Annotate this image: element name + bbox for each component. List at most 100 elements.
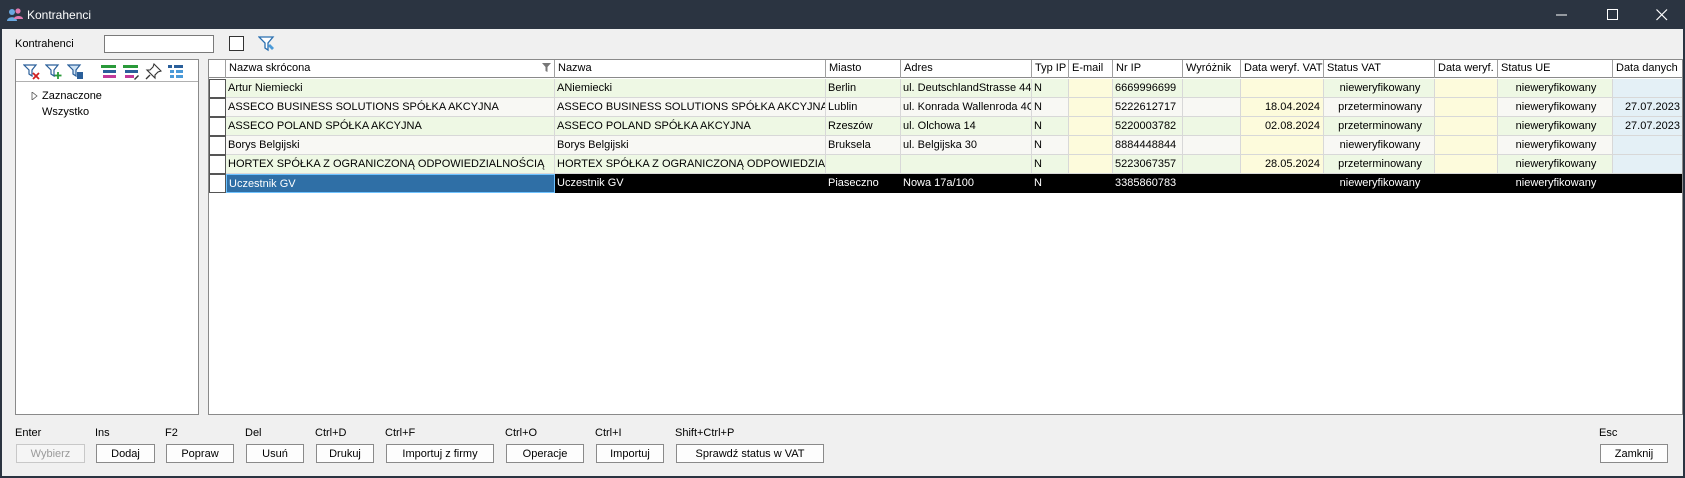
cell-marker[interactable] bbox=[1183, 79, 1241, 98]
cell-verify-date[interactable] bbox=[1435, 155, 1498, 174]
cell-marker[interactable] bbox=[1183, 98, 1241, 117]
cell-email[interactable] bbox=[1069, 136, 1113, 155]
cell-address[interactable] bbox=[901, 155, 1032, 174]
cell-city[interactable]: Lublin bbox=[826, 98, 901, 117]
column-header-address[interactable]: Adres bbox=[901, 60, 1032, 78]
cell-email[interactable] bbox=[1069, 79, 1113, 98]
cell-data-date[interactable] bbox=[1613, 136, 1682, 155]
cell-eu-status[interactable]: nieweryfikowany bbox=[1498, 174, 1613, 193]
cell-marker[interactable] bbox=[1183, 136, 1241, 155]
row-selector[interactable] bbox=[209, 98, 226, 117]
cell-short-name[interactable]: Uczestnik GV bbox=[226, 174, 555, 193]
cell-short-name[interactable]: HORTEX SPÓŁKA Z OGRANICZONĄ ODPOWIEDZIAL… bbox=[226, 155, 555, 174]
cell-vat-verify-date[interactable] bbox=[1241, 79, 1324, 98]
cell-vat-status[interactable]: przeterminowany bbox=[1324, 155, 1435, 174]
cell-ip-type[interactable]: N bbox=[1032, 174, 1069, 193]
cell-data-date[interactable] bbox=[1613, 79, 1682, 98]
column-header-email[interactable]: E-mail bbox=[1069, 60, 1113, 78]
cell-ip-type[interactable]: N bbox=[1032, 155, 1069, 174]
cell-ip-type[interactable]: N bbox=[1032, 136, 1069, 155]
cell-name[interactable]: Borys Belgijski bbox=[555, 136, 826, 155]
cell-city[interactable]: Piaseczno bbox=[826, 174, 901, 193]
cell-vat-verify-date[interactable]: 28.05.2024 bbox=[1241, 155, 1324, 174]
cell-ip-number[interactable]: 5222612717 bbox=[1113, 98, 1183, 117]
cell-city[interactable] bbox=[826, 155, 901, 174]
cell-data-date[interactable] bbox=[1613, 155, 1682, 174]
column-header-name[interactable]: Nazwa bbox=[555, 60, 826, 78]
tree-list-icon[interactable] bbox=[167, 63, 184, 80]
cell-verify-date[interactable] bbox=[1435, 79, 1498, 98]
cell-data-date[interactable]: 27.07.2023 bbox=[1613, 117, 1682, 136]
cell-name[interactable]: HORTEX SPÓŁKA Z OGRANICZONĄ ODPOWIEDZIAL… bbox=[555, 155, 826, 174]
close-window-button[interactable] bbox=[1639, 0, 1685, 29]
cell-marker[interactable] bbox=[1183, 155, 1241, 174]
select-button[interactable]: Wybierz bbox=[16, 444, 85, 463]
cell-vat-verify-date[interactable] bbox=[1241, 136, 1324, 155]
table-row[interactable]: HORTEX SPÓŁKA Z OGRANICZONĄ ODPOWIEDZIAL… bbox=[209, 155, 1682, 174]
row-selector[interactable] bbox=[209, 155, 226, 174]
table-row[interactable]: Artur Niemiecki ANiemiecki Berlin ul. Deuts… bbox=[209, 79, 1682, 98]
cell-marker[interactable] bbox=[1183, 117, 1241, 136]
cell-short-name[interactable]: ASSECO BUSINESS SOLUTIONS SPÓŁKA AKCYJNA bbox=[226, 98, 555, 117]
import-from-company-button[interactable]: Importuj z firmy bbox=[386, 444, 494, 463]
cell-name[interactable]: ASSECO POLAND SPÓŁKA AKCYJNA bbox=[555, 117, 826, 136]
cell-address[interactable]: ul. Olchowa 14 bbox=[901, 117, 1032, 136]
cell-email[interactable] bbox=[1069, 174, 1113, 193]
cell-name[interactable]: ASSECO BUSINESS SOLUTIONS SPÓŁKA AKCYJNA bbox=[555, 98, 826, 117]
cell-ip-number[interactable]: 5220003782 bbox=[1113, 117, 1183, 136]
column-header-vat-status[interactable]: Status VAT bbox=[1324, 60, 1435, 78]
row-selector[interactable] bbox=[209, 117, 226, 136]
minimize-button[interactable] bbox=[1539, 0, 1585, 29]
sort-filter-icon[interactable] bbox=[542, 63, 551, 72]
table-row[interactable]: Borys Belgijski Borys Belgijski Bruksela ul… bbox=[209, 136, 1682, 155]
row-selector[interactable] bbox=[209, 79, 226, 98]
filter-clear-icon[interactable] bbox=[23, 63, 40, 80]
column-header-city[interactable]: Miasto bbox=[826, 60, 901, 78]
delete-button[interactable]: Usuń bbox=[246, 444, 304, 463]
pin-icon[interactable] bbox=[145, 63, 162, 80]
cell-name[interactable]: ANiemiecki bbox=[555, 79, 826, 98]
cell-email[interactable] bbox=[1069, 155, 1113, 174]
cell-city[interactable]: Rzeszów bbox=[826, 117, 901, 136]
cell-vat-verify-date[interactable]: 18.04.2024 bbox=[1241, 98, 1324, 117]
cell-ip-type[interactable]: N bbox=[1032, 79, 1069, 98]
cell-vat-verify-date[interactable]: 02.08.2024 bbox=[1241, 117, 1324, 136]
cell-eu-status[interactable]: nieweryfikowany bbox=[1498, 117, 1613, 136]
cell-verify-date[interactable] bbox=[1435, 136, 1498, 155]
filter-checkbox[interactable] bbox=[229, 36, 244, 51]
cell-vat-status[interactable]: przeterminowany bbox=[1324, 117, 1435, 136]
table-row[interactable]: Uczestnik GV Uczestnik GV Piaseczno Nowa 17… bbox=[209, 174, 1682, 193]
filter-icon[interactable] bbox=[258, 35, 276, 53]
cell-short-name[interactable]: Artur Niemiecki bbox=[226, 79, 555, 98]
cell-vat-status[interactable]: przeterminowany bbox=[1324, 98, 1435, 117]
column-header-vat-verify-date[interactable]: Data weryf. VAT bbox=[1241, 60, 1324, 78]
cell-address[interactable]: ul. Konrada Wallenroda 4C bbox=[901, 98, 1032, 117]
cell-data-date[interactable] bbox=[1613, 174, 1682, 193]
cell-address[interactable]: ul. Belgijska 30 bbox=[901, 136, 1032, 155]
cell-city[interactable]: Bruksela bbox=[826, 136, 901, 155]
table-row[interactable]: ASSECO POLAND SPÓŁKA AKCYJNA ASSECO POLAN… bbox=[209, 117, 1682, 136]
tree-item-wszystko[interactable]: Wszystko bbox=[42, 106, 89, 118]
table-row[interactable]: ASSECO BUSINESS SOLUTIONS SPÓŁKA AKCYJNA… bbox=[209, 98, 1682, 117]
column-header-short-name[interactable]: Nazwa skrócona bbox=[226, 60, 555, 78]
cell-vat-status[interactable]: nieweryfikowany bbox=[1324, 136, 1435, 155]
edit-button[interactable]: Popraw bbox=[166, 444, 234, 463]
filter-input[interactable] bbox=[104, 35, 214, 53]
filter-edit-icon[interactable] bbox=[67, 63, 84, 80]
cell-short-name[interactable]: ASSECO POLAND SPÓŁKA AKCYJNA bbox=[226, 117, 555, 136]
close-button[interactable]: Zamknij bbox=[1600, 444, 1668, 463]
column-header-eu-status[interactable]: Status UE bbox=[1498, 60, 1613, 78]
cell-city[interactable]: Berlin bbox=[826, 79, 901, 98]
cell-ip-number[interactable]: 6669996699 bbox=[1113, 79, 1183, 98]
check-vat-status-button[interactable]: Sprawdź status w VAT bbox=[676, 444, 824, 463]
tree-expand-icon[interactable] bbox=[31, 92, 39, 100]
column-header-ip-number[interactable]: Nr IP bbox=[1113, 60, 1183, 78]
cell-vat-status[interactable]: nieweryfikowany bbox=[1324, 174, 1435, 193]
cell-name[interactable]: Uczestnik GV bbox=[555, 174, 826, 193]
row-selector[interactable] bbox=[209, 174, 226, 193]
cell-verify-date[interactable] bbox=[1435, 117, 1498, 136]
group-add-icon[interactable] bbox=[100, 63, 117, 80]
column-header-data-date[interactable]: Data danych bbox=[1613, 60, 1682, 78]
cell-address[interactable]: Nowa 17a/100 bbox=[901, 174, 1032, 193]
cell-vat-verify-date[interactable] bbox=[1241, 174, 1324, 193]
